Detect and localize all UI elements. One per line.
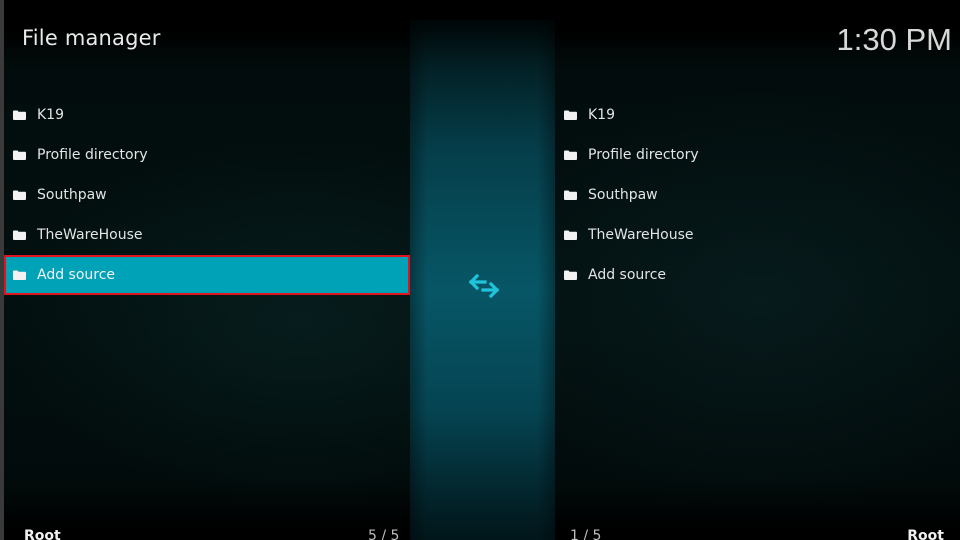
swap-panes-button[interactable] bbox=[466, 270, 502, 302]
folder-icon bbox=[13, 150, 26, 160]
list-item-label: Add source bbox=[588, 267, 667, 283]
folder-icon bbox=[13, 230, 26, 240]
left-list-item-k19[interactable]: K19 bbox=[4, 95, 410, 135]
right-list-item-add-source[interactable]: Add source bbox=[556, 255, 956, 295]
left-list-item-profile-directory[interactable]: Profile directory bbox=[4, 135, 410, 175]
list-item-label: Profile directory bbox=[588, 147, 699, 163]
file-manager-screen: File manager 1:30 PM K19 Profile directo… bbox=[0, 0, 960, 540]
list-item-label: Profile directory bbox=[37, 147, 148, 163]
right-list-item-k19[interactable]: K19 bbox=[556, 95, 956, 135]
left-list-item-add-source[interactable]: Add source bbox=[4, 255, 410, 295]
right-list-item-southpaw[interactable]: Southpaw bbox=[556, 175, 956, 215]
list-item-label: TheWareHouse bbox=[37, 227, 143, 243]
page-title: File manager bbox=[22, 26, 161, 50]
right-pane-item-count: 1 / 5 bbox=[570, 528, 602, 540]
right-list-item-profile-directory[interactable]: Profile directory bbox=[556, 135, 956, 175]
right-pane-path: Root bbox=[907, 528, 944, 540]
list-item-label: K19 bbox=[588, 107, 615, 123]
list-item-label: K19 bbox=[37, 107, 64, 123]
list-item-label: Add source bbox=[37, 267, 116, 283]
right-pane-list: K19 Profile directory Southpaw TheWareHo… bbox=[556, 95, 956, 295]
folder-icon bbox=[564, 230, 577, 240]
folder-icon bbox=[13, 110, 26, 120]
left-pane-item-count: 5 / 5 bbox=[368, 528, 400, 540]
left-list-item-thewarehouse[interactable]: TheWareHouse bbox=[4, 215, 410, 255]
list-item-label: Southpaw bbox=[588, 187, 658, 203]
folder-icon bbox=[13, 270, 26, 280]
folder-icon bbox=[564, 110, 577, 120]
clock: 1:30 PM bbox=[836, 22, 952, 57]
left-pane-path: Root bbox=[24, 528, 61, 540]
folder-icon bbox=[13, 190, 26, 200]
left-pane-list: K19 Profile directory Southpaw TheWareHo… bbox=[4, 95, 410, 295]
folder-icon bbox=[564, 190, 577, 200]
folder-icon bbox=[564, 150, 577, 160]
left-list-item-southpaw[interactable]: Southpaw bbox=[4, 175, 410, 215]
list-item-label: TheWareHouse bbox=[588, 227, 694, 243]
folder-icon bbox=[564, 270, 577, 280]
swap-arrows-icon bbox=[468, 273, 500, 299]
right-list-item-thewarehouse[interactable]: TheWareHouse bbox=[556, 215, 956, 255]
list-item-label: Southpaw bbox=[37, 187, 107, 203]
